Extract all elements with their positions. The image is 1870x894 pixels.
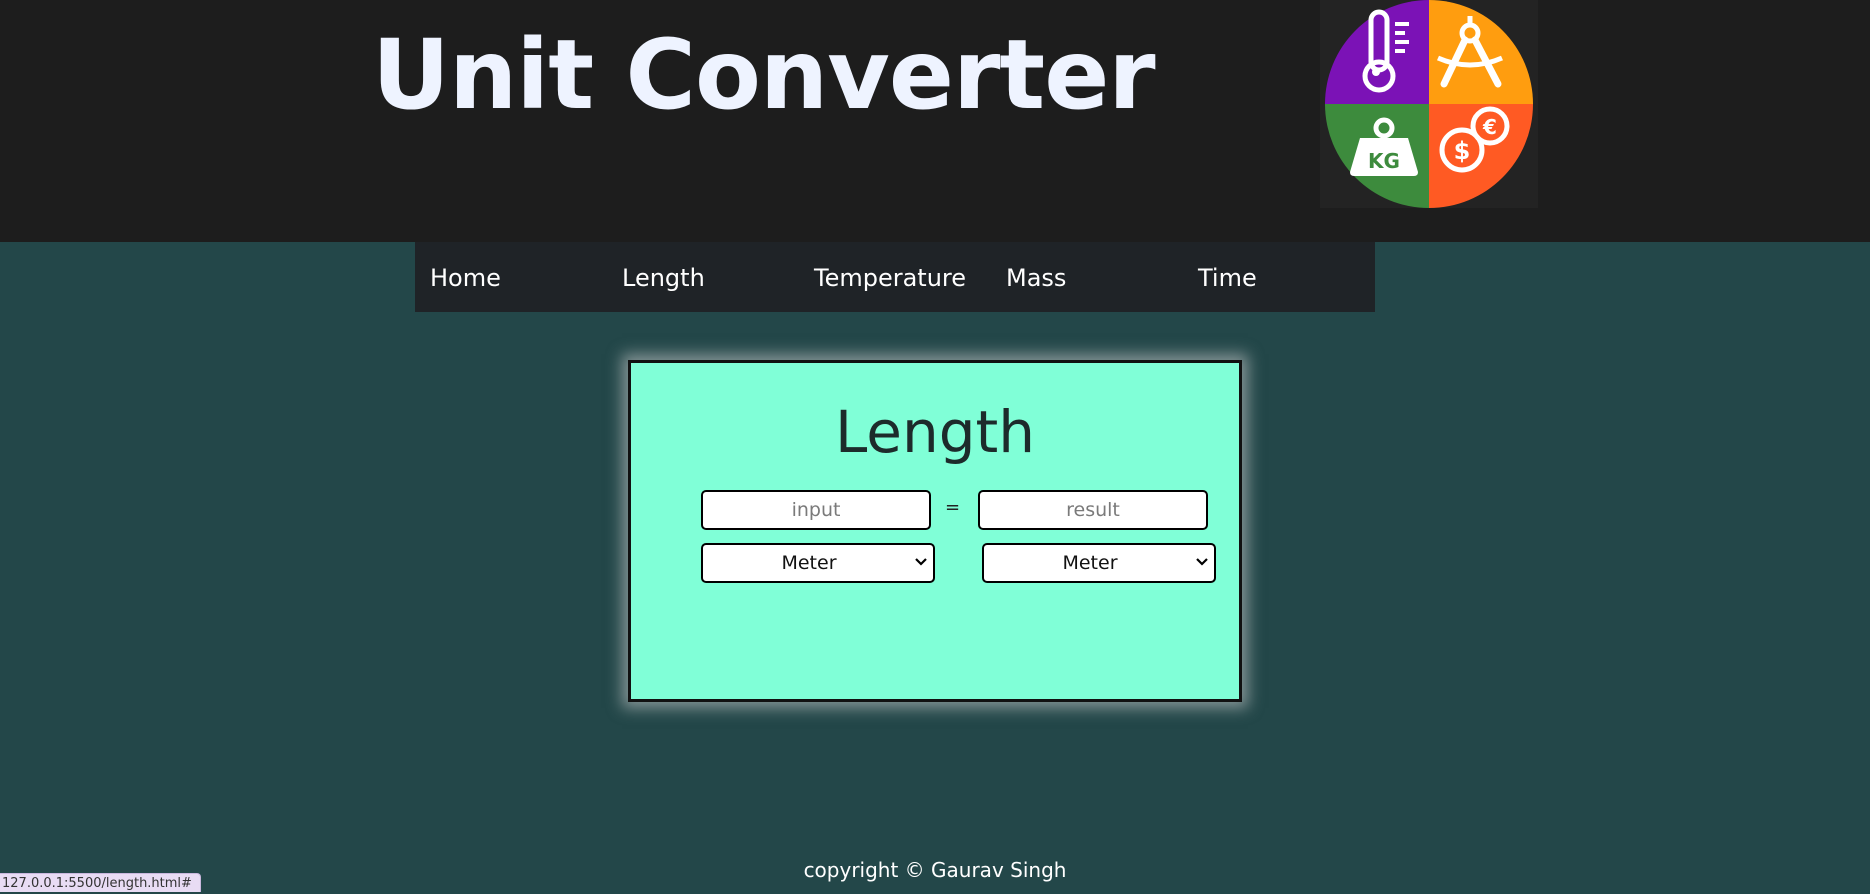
equals-sign: =	[945, 497, 961, 518]
status-bar-url: 127.0.0.1:5500/length.html#	[0, 873, 201, 892]
svg-text:KG: KG	[1368, 149, 1400, 173]
converter-card: Length = Meter Meter	[628, 360, 1242, 702]
chevron-down-icon	[1196, 558, 1208, 566]
nav-temperature[interactable]: Temperature	[814, 242, 966, 312]
svg-text:€: €	[1482, 115, 1497, 139]
svg-text:$: $	[1454, 137, 1471, 165]
nav-time[interactable]: Time	[1198, 242, 1257, 312]
from-unit-select[interactable]: Meter	[701, 543, 935, 583]
unit-converter-logo: KG $ €	[1320, 0, 1538, 208]
to-unit-select[interactable]: Meter	[982, 543, 1216, 583]
input-field[interactable]	[701, 490, 931, 530]
converter-title: Length	[834, 398, 1036, 466]
nav-home[interactable]: Home	[430, 242, 501, 312]
from-unit-value: Meter	[781, 552, 837, 574]
result-field[interactable]	[978, 490, 1208, 530]
nav-length[interactable]: Length	[622, 242, 705, 312]
site-header: Unit Converter KG $ €	[0, 0, 1870, 242]
to-unit-value: Meter	[1062, 552, 1118, 574]
app-title: Unit Converter	[372, 19, 1156, 131]
main-nav: Home Length Temperature Mass Time	[415, 242, 1375, 312]
nav-mass[interactable]: Mass	[1006, 242, 1066, 312]
footer-copyright: copyright © Gaurav Singh	[803, 858, 1067, 882]
chevron-down-icon	[915, 558, 927, 566]
